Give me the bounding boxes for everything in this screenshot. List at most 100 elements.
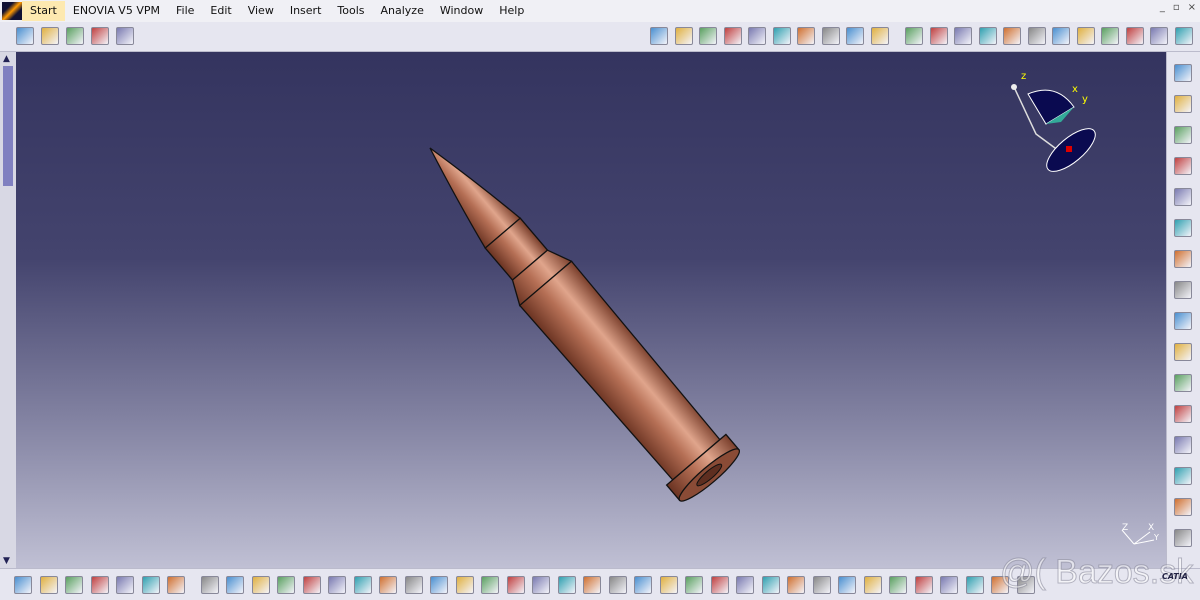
constraint-icon[interactable]: [1174, 64, 1192, 82]
mirror-icon[interactable]: [1052, 27, 1070, 45]
curvature-icon[interactable]: [1174, 374, 1192, 392]
close-button[interactable]: ×: [1188, 2, 1196, 13]
multi-view-icon[interactable]: [812, 576, 831, 594]
apply-material-icon[interactable]: [1174, 281, 1192, 299]
menu-enovia[interactable]: ENOVIA V5 VPM: [65, 1, 168, 21]
parameters-icon[interactable]: [608, 576, 627, 594]
tree-icon[interactable]: [557, 576, 576, 594]
pad-icon[interactable]: [748, 27, 766, 45]
transform-icon[interactable]: [1174, 250, 1192, 268]
properties-icon[interactable]: [41, 27, 59, 45]
whats-this-icon[interactable]: [430, 576, 448, 594]
bullet-model[interactable]: z x y Z X Y: [16, 52, 1166, 568]
rib-icon[interactable]: [870, 27, 889, 45]
menu-window[interactable]: Window: [432, 1, 491, 21]
update-all-icon[interactable]: [14, 576, 32, 594]
menu-view[interactable]: View: [240, 1, 282, 21]
spec-tree-icon[interactable]: [1174, 467, 1192, 485]
menu-analyze[interactable]: Analyze: [373, 1, 432, 21]
catalog-icon[interactable]: [90, 576, 109, 594]
grid-icon[interactable]: [167, 576, 185, 594]
paste-icon[interactable]: [353, 576, 372, 594]
redo-icon[interactable]: [404, 576, 423, 594]
image-icon[interactable]: [66, 27, 84, 45]
pattern-icon[interactable]: [1076, 27, 1095, 45]
iso-view-icon[interactable]: [838, 576, 856, 594]
cut-icon[interactable]: [302, 576, 321, 594]
sketcher-icon[interactable]: [1174, 188, 1192, 206]
rotate-icon[interactable]: [710, 576, 729, 594]
hole-icon[interactable]: [846, 27, 864, 45]
shaft-icon[interactable]: [797, 27, 815, 45]
catia-logo-icon[interactable]: [2, 2, 22, 20]
law-icon[interactable]: [506, 576, 525, 594]
capture-icon[interactable]: [940, 576, 958, 594]
swap-visible-icon[interactable]: [889, 576, 907, 594]
analysis-icon[interactable]: [1174, 312, 1192, 330]
normal-view-icon[interactable]: [787, 576, 805, 594]
boolean-remove-icon[interactable]: [1174, 126, 1192, 144]
sketch-icon[interactable]: [650, 27, 668, 45]
select-icon[interactable]: [1174, 157, 1192, 175]
zoom-out-icon[interactable]: [761, 576, 780, 594]
thickness-icon[interactable]: [1003, 27, 1021, 45]
macro-icon[interactable]: [91, 27, 109, 45]
help-icon[interactable]: [116, 27, 134, 45]
boolean-add-icon[interactable]: [1174, 95, 1192, 113]
eraser-icon[interactable]: [65, 576, 83, 594]
catalog-icon[interactable]: [16, 27, 34, 45]
groove-icon[interactable]: [821, 27, 840, 45]
plane-icon[interactable]: [723, 27, 742, 45]
scaling-icon[interactable]: [1101, 27, 1119, 45]
swap-icon[interactable]: [39, 576, 58, 594]
comment-icon[interactable]: [481, 576, 499, 594]
scroll-down-icon[interactable]: ▼: [3, 556, 10, 566]
copy-icon[interactable]: [328, 576, 346, 594]
hide-show-icon[interactable]: [863, 576, 882, 594]
draft-icon[interactable]: [954, 27, 972, 45]
materials-icon[interactable]: [116, 576, 134, 594]
draft-analysis-icon[interactable]: [1174, 343, 1192, 361]
thread-icon[interactable]: [1027, 27, 1046, 45]
menu-file[interactable]: File: [168, 1, 202, 21]
fly-icon[interactable]: [634, 576, 652, 594]
constraint-icon[interactable]: [699, 27, 717, 45]
axis-system-icon[interactable]: [1174, 405, 1192, 423]
pan-icon[interactable]: [685, 576, 703, 594]
print-icon[interactable]: [277, 576, 295, 594]
compass-icon[interactable]: z x y: [1011, 71, 1102, 178]
boolean-icon[interactable]: [1125, 27, 1144, 45]
menu-edit[interactable]: Edit: [202, 1, 239, 21]
fillet-icon[interactable]: [905, 27, 923, 45]
zoom-in-icon[interactable]: [736, 576, 754, 594]
table-icon[interactable]: [532, 576, 550, 594]
scroll-thumb[interactable]: [3, 66, 13, 186]
menu-tools[interactable]: Tools: [329, 1, 372, 21]
vertical-scrollbar[interactable]: ▲ ▼: [0, 52, 16, 568]
annotation-icon[interactable]: [1150, 27, 1168, 45]
pocket-icon[interactable]: [772, 27, 791, 45]
undo-icon[interactable]: [379, 576, 397, 594]
scroll-up-icon[interactable]: ▲: [3, 54, 10, 64]
new-icon[interactable]: [200, 576, 219, 594]
3d-viewport[interactable]: z x y Z X Y: [16, 52, 1166, 568]
fit-all-icon[interactable]: [659, 576, 678, 594]
chamfer-icon[interactable]: [929, 27, 948, 45]
menu-start[interactable]: Start: [22, 1, 65, 21]
shading-icon[interactable]: [914, 576, 933, 594]
menu-help[interactable]: Help: [491, 1, 532, 21]
surface-icon[interactable]: [1174, 219, 1192, 237]
compass-icon[interactable]: [141, 576, 160, 594]
save-icon[interactable]: [251, 576, 270, 594]
formula-icon[interactable]: [455, 576, 474, 594]
lock-icon[interactable]: [583, 576, 601, 594]
restore-button[interactable]: ▫: [1173, 2, 1180, 13]
menu-insert[interactable]: Insert: [282, 1, 330, 21]
measure-between-icon[interactable]: [965, 576, 984, 594]
minimize-button[interactable]: _: [1160, 2, 1165, 13]
open-icon[interactable]: [226, 576, 244, 594]
measure-icon[interactable]: [1174, 529, 1192, 547]
update-icon[interactable]: [1174, 498, 1192, 516]
part-body-icon[interactable]: [674, 27, 693, 45]
measure-icon[interactable]: [1174, 27, 1193, 45]
